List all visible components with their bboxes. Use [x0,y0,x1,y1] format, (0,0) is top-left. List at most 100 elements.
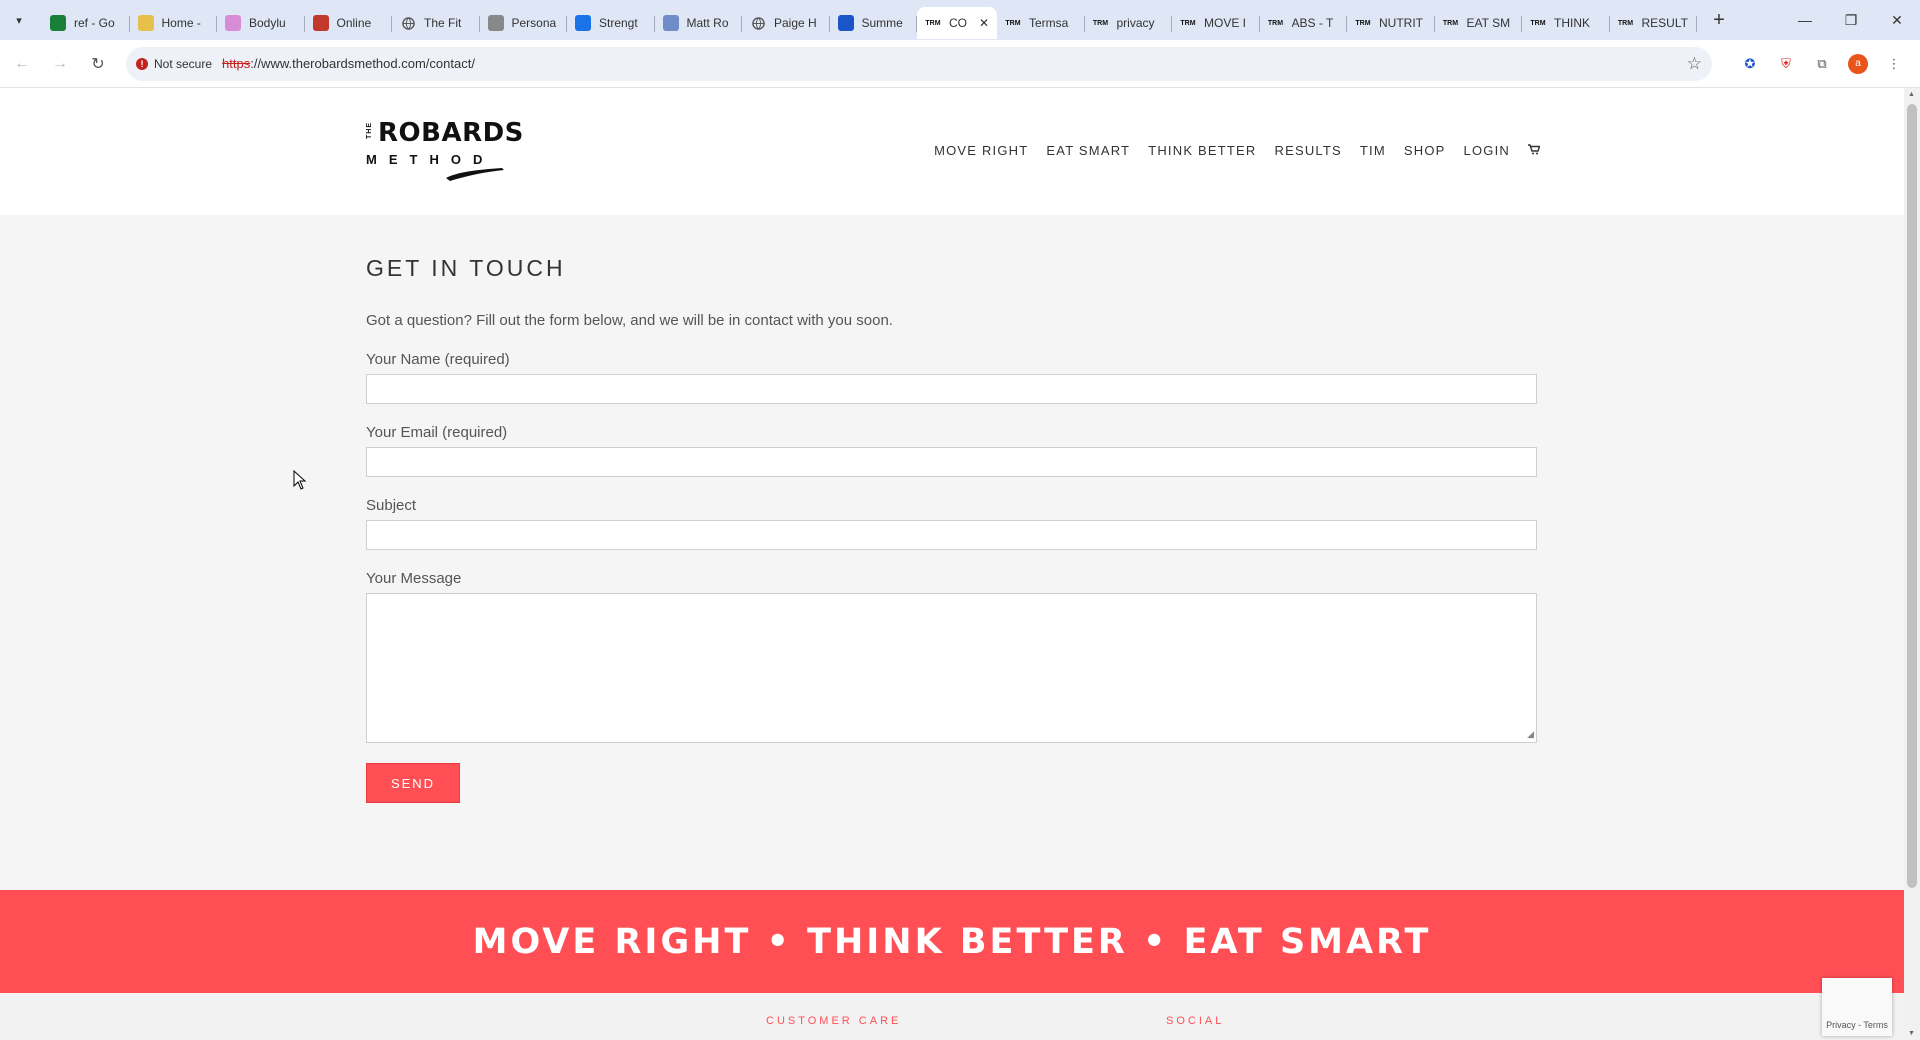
reload-button[interactable]: ↻ [82,48,114,80]
close-tab-icon[interactable]: ✕ [979,16,989,30]
trm-favicon: TRM [1617,19,1634,27]
page-title: GET IN TOUCH [366,255,566,281]
nav-link-move-right[interactable]: MOVE RIGHT [934,143,1028,158]
logo-figure-icon [446,168,504,181]
trm-favicon: TRM [1355,19,1371,27]
browser-tab[interactable]: Strengt [567,7,655,39]
browser-tab[interactable]: Summe [830,7,918,39]
browser-tab-label: Termsa [1029,16,1069,30]
subject-field[interactable] [366,520,1537,550]
browser-tab-label: Bodylu [249,16,286,30]
message-field[interactable]: ◢ [366,593,1537,743]
url-text[interactable]: https://www.therobardsmethod.com/contact… [222,56,475,71]
browser-tab[interactable]: Bodylu [217,7,305,39]
scroll-up-icon[interactable]: ▲ [1908,91,1915,98]
trm-favicon: TRM [1530,19,1546,27]
persona-favicon [487,15,504,31]
slogan-text: MOVE RIGHT • THINK BETTER • EAT SMART [472,921,1432,962]
forward-button[interactable]: → [44,48,76,80]
nav-link-tim[interactable]: TIM [1360,143,1386,158]
browser-tab[interactable]: ref - Go [42,7,130,39]
nav-link-login[interactable]: LOGIN [1464,143,1510,158]
browser-tab[interactable]: TRM privacy [1085,7,1173,39]
main-nav: MOVE RIGHT EAT SMART THINK BETTER RESULTS TI… [916,143,1541,158]
page-scrollbar[interactable]: ▲ ▼ [1904,88,1920,1040]
browser-tab-label: CO [949,16,967,30]
browser-tab-label: Strengt [599,16,638,30]
cart-icon[interactable] [1528,143,1541,158]
browser-tab[interactable]: The Fit [392,7,480,39]
footer-social-heading: SOCIAL [1166,1015,1225,1027]
browser-tab[interactable]: Paige H [742,7,830,39]
scrollbar-thumb[interactable] [1907,104,1917,888]
recaptcha-text: Privacy - Terms [1826,1020,1888,1030]
home-favicon [137,15,154,31]
tab-search-button[interactable]: ▾ [8,9,30,31]
browser-tab[interactable]: TRM EAT SM [1435,7,1523,39]
new-tab-button[interactable]: + [1705,6,1733,34]
nav-link-eat-smart[interactable]: EAT SMART [1046,143,1130,158]
browser-tab[interactable]: Home - [130,7,218,39]
name-label: Your Name (required) [366,351,510,368]
avatar: a [1848,53,1868,74]
minimize-button[interactable]: — [1782,0,1828,40]
browser-tab-label: MOVE I [1204,16,1247,30]
trm-favicon: TRM [1005,19,1021,27]
logo-the: THE [366,122,373,139]
extensions-puzzle-icon[interactable]: ⧉ [1808,50,1836,78]
recaptcha-badge[interactable]: Privacy - Terms [1822,978,1892,1036]
scroll-down-icon[interactable]: ▼ [1908,1030,1915,1037]
trm-favicon: TRM [1267,19,1284,27]
subject-label: Subject [366,497,417,514]
send-button[interactable]: SEND [366,763,460,803]
restore-button[interactable]: ❐ [1828,0,1874,40]
profile-button[interactable]: a [1844,50,1872,78]
email-field[interactable] [366,447,1537,477]
extensions-area: ✪ ⛨ ⧉ a ⋮ [1728,50,1908,78]
summer-favicon [837,15,854,31]
nav-link-think-better[interactable]: THINK BETTER [1148,143,1256,158]
site-footer: CUSTOMER CARE SOCIAL [0,993,1904,1040]
resize-grip-icon[interactable]: ◢ [1527,729,1534,740]
browser-tab-label: EAT SM [1466,16,1511,30]
reload-icon: ↻ [91,55,105,73]
browser-tab[interactable]: TRM MOVE I [1172,7,1260,39]
bookmark-star-icon[interactable]: ☆ [1687,54,1702,74]
url-rest: ://www.therobardsmethod.com/contact/ [250,56,475,71]
name-field[interactable] [366,374,1537,404]
plus-icon: + [1713,8,1725,31]
nav-link-shop[interactable]: SHOP [1404,143,1446,158]
browser-tab[interactable]: TRM CO ✕ [917,7,997,39]
window-controls: — ❐ ✕ [1782,0,1920,40]
globe-icon [750,15,766,31]
menu-kebab-icon[interactable]: ⋮ [1880,50,1908,78]
nav-link-results[interactable]: RESULTS [1274,143,1341,158]
browser-tab[interactable]: TRM NUTRIT [1347,7,1435,39]
page-viewport: THE ROBARDS METHOD MOVE RIGHT EAT SMART TH… [0,88,1904,1040]
browser-tab[interactable]: Online [305,7,393,39]
online-favicon [312,15,329,31]
browser-tab[interactable]: Matt Ro [655,7,743,39]
browser-tab[interactable]: TRM RESULT [1610,7,1698,39]
browser-tab[interactable]: TRM THINK [1522,7,1610,39]
bodylura-favicon [225,15,241,31]
browser-tab[interactable]: Persona [480,7,568,39]
browser-tab-label: NUTRIT [1379,16,1423,30]
trm-favicon: TRM [925,19,941,27]
browser-tab-label: RESULT [1641,16,1688,30]
browser-tab[interactable]: TRM Termsa [997,7,1085,39]
mattro-favicon [662,15,679,31]
footer-customer-care-heading: CUSTOMER CARE [766,1015,902,1027]
address-bar[interactable]: ! Not secure https://www.therobardsmetho… [126,46,1712,81]
tabs: ref - Go Home - Bodylu Online The Fit Persona… [42,0,1697,40]
extension-globe-icon[interactable]: ✪ [1736,50,1764,78]
arrow-left-icon: ← [14,54,30,72]
extension-shield-icon[interactable]: ⛨ [1772,50,1800,78]
not-secure-badge[interactable]: ! Not secure [136,57,212,71]
arrow-right-icon: → [52,54,68,72]
site-logo[interactable]: THE ROBARDS METHOD [366,118,523,181]
browser-tab[interactable]: TRM ABS - T [1260,7,1348,39]
sheets-icon [50,15,66,31]
close-window-button[interactable]: ✕ [1874,0,1920,40]
back-button[interactable]: ← [6,48,38,80]
